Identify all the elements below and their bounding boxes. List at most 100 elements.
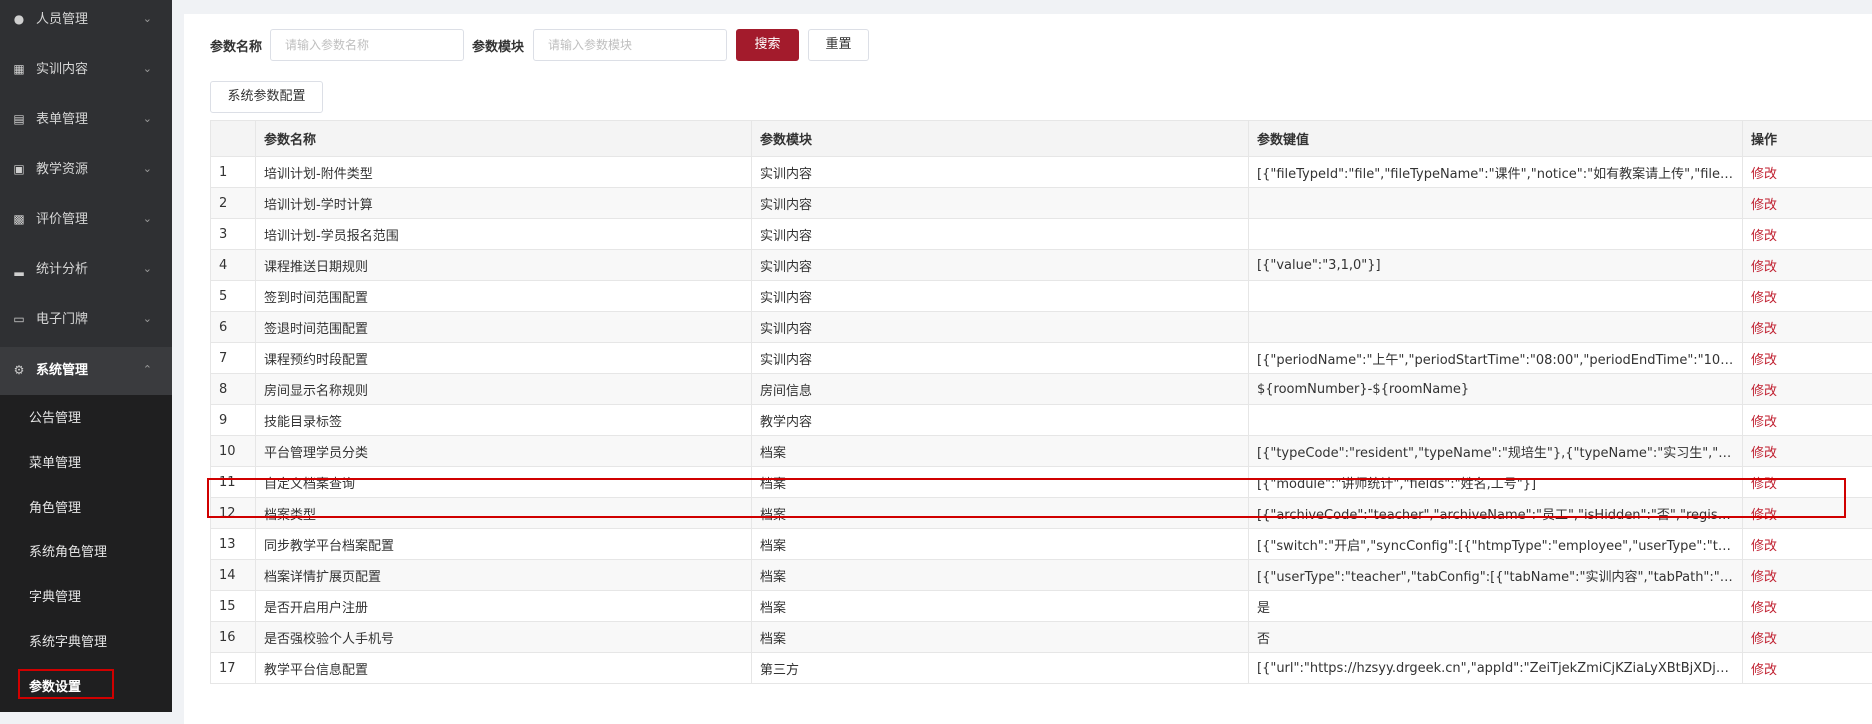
param-name-cell: 是否开启用户注册 <box>256 591 752 622</box>
param-module-cell: 教学内容 <box>752 405 1249 436</box>
header-param-name: 参数名称 <box>256 121 752 157</box>
param-name-cell: 房间显示名称规则 <box>256 374 752 405</box>
param-name-cell: 课程推送日期规则 <box>256 250 752 281</box>
submenu-item-role[interactable]: 角色管理 <box>0 487 172 531</box>
edit-link[interactable]: 修改 <box>1743 405 1872 436</box>
evaluation-icon: ▩ <box>12 212 26 226</box>
edit-link[interactable]: 修改 <box>1743 653 1872 684</box>
table-row: 16是否强校验个人手机号档案否修改 <box>211 622 1872 653</box>
search-button[interactable]: 搜索 <box>736 29 799 61</box>
param-value-cell: 是 <box>1249 591 1743 622</box>
menu-item-evaluation[interactable]: ▩ 评价管理 ⌄ <box>0 196 172 246</box>
param-value-cell <box>1249 188 1743 219</box>
param-name-cell: 平台管理学员分类 <box>256 436 752 467</box>
param-name-cell: 签退时间范围配置 <box>256 312 752 343</box>
param-name-cell: 课程预约时段配置 <box>256 343 752 374</box>
param-value-cell <box>1249 281 1743 312</box>
main-panel: 参数名称 参数模块 搜索 重置 系统参数配置 参数名称 参数模块 参数键值 操作… <box>184 14 1872 724</box>
row-index: 17 <box>211 653 256 684</box>
param-module-cell: 房间信息 <box>752 374 1249 405</box>
param-module-cell: 档案 <box>752 560 1249 591</box>
menu-label: 教学资源 <box>36 161 88 179</box>
submenu-item-system-dictionary[interactable]: 系统字典管理 <box>0 621 172 665</box>
param-module-cell: 实训内容 <box>752 188 1249 219</box>
header-action: 操作 <box>1743 121 1872 157</box>
edit-link[interactable]: 修改 <box>1743 343 1872 374</box>
edit-link[interactable]: 修改 <box>1743 157 1872 188</box>
chevron-down-icon: ⌄ <box>143 162 152 175</box>
bar-chart-icon: ▂ <box>12 262 26 276</box>
menu-item-teaching-resources[interactable]: ▣ 教学资源 ⌄ <box>0 146 172 196</box>
menu-item-door-sign[interactable]: ▭ 电子门牌 ⌄ <box>0 296 172 346</box>
chevron-up-icon: ⌃ <box>143 363 152 376</box>
table-row: 8房间显示名称规则房间信息${roomNumber}-${roomName}修改 <box>211 374 1872 405</box>
table-row: 17教学平台信息配置第三方[{"url":"https://hzsyy.drge… <box>211 653 1872 684</box>
param-module-cell: 实训内容 <box>752 157 1249 188</box>
param-module-cell: 第三方 <box>752 653 1249 684</box>
menu-item-training-content[interactable]: ▦ 实训内容 ⌄ <box>0 46 172 96</box>
sidebar: ● 人员管理 ⌄ ▦ 实训内容 ⌄ ▤ 表单管理 ⌄ ▣ 教学资源 ⌄ ▩ 评价… <box>0 0 172 712</box>
submenu-label: 系统字典管理 <box>29 634 107 652</box>
param-module-cell: 档案 <box>752 529 1249 560</box>
param-module-input[interactable] <box>533 29 727 61</box>
submenu-item-system-role[interactable]: 系统角色管理 <box>0 531 172 575</box>
edit-link[interactable]: 修改 <box>1743 188 1872 219</box>
table-row: 5签到时间范围配置实训内容修改 <box>211 281 1872 312</box>
param-name-cell: 培训计划-学员报名范围 <box>256 219 752 250</box>
menu-item-form-management[interactable]: ▤ 表单管理 ⌄ <box>0 96 172 146</box>
menu-item-personnel[interactable]: ● 人员管理 ⌄ <box>0 0 172 46</box>
row-index: 15 <box>211 591 256 622</box>
param-module-cell: 实训内容 <box>752 343 1249 374</box>
menu-label: 人员管理 <box>36 11 88 29</box>
chevron-down-icon: ⌄ <box>143 62 152 75</box>
submenu-label: 菜单管理 <box>29 455 81 473</box>
row-index: 8 <box>211 374 256 405</box>
param-name-cell: 技能目录标签 <box>256 405 752 436</box>
document-icon: ▦ <box>12 62 26 76</box>
resource-icon: ▣ <box>12 162 26 176</box>
param-module-cell: 实训内容 <box>752 219 1249 250</box>
edit-link[interactable]: 修改 <box>1743 374 1872 405</box>
submenu-item-dictionary[interactable]: 字典管理 <box>0 576 172 620</box>
param-value-cell: [{"url":"https://hzsyy.drgeek.cn","appId… <box>1249 653 1743 684</box>
edit-link[interactable]: 修改 <box>1743 622 1872 653</box>
edit-link[interactable]: 修改 <box>1743 529 1872 560</box>
edit-link[interactable]: 修改 <box>1743 591 1872 622</box>
row-index: 13 <box>211 529 256 560</box>
edit-link[interactable]: 修改 <box>1743 281 1872 312</box>
menu-item-system-management[interactable]: ⚙ 系统管理 ⌃ <box>0 347 172 395</box>
menu-label: 表单管理 <box>36 111 88 129</box>
param-name-label: 参数名称 <box>210 36 262 55</box>
edit-link[interactable]: 修改 <box>1743 560 1872 591</box>
row-index: 10 <box>211 436 256 467</box>
row-index: 5 <box>211 281 256 312</box>
param-value-cell <box>1249 219 1743 250</box>
parameter-table: 参数名称 参数模块 参数键值 操作 1培训计划-附件类型实训内容[{"fileT… <box>210 120 1872 684</box>
edit-link[interactable]: 修改 <box>1743 436 1872 467</box>
reset-button[interactable]: 重置 <box>808 29 869 61</box>
edit-link[interactable]: 修改 <box>1743 312 1872 343</box>
param-module-cell: 实训内容 <box>752 312 1249 343</box>
menu-label: 统计分析 <box>36 261 88 279</box>
param-value-cell: [{"typeCode":"resident","typeName":"规培生"… <box>1249 436 1743 467</box>
submenu-label: 字典管理 <box>29 589 81 607</box>
row-index: 16 <box>211 622 256 653</box>
param-module-cell: 档案 <box>752 591 1249 622</box>
row-index: 6 <box>211 312 256 343</box>
header-index <box>211 121 256 157</box>
menu-item-statistics[interactable]: ▂ 统计分析 ⌄ <box>0 246 172 296</box>
chevron-down-icon: ⌄ <box>143 262 152 275</box>
submenu-item-announcement[interactable]: 公告管理 <box>0 397 172 441</box>
submenu-item-menu[interactable]: 菜单管理 <box>0 442 172 486</box>
param-name-input[interactable] <box>270 29 464 61</box>
system-parameter-config-button[interactable]: 系统参数配置 <box>210 81 323 113</box>
param-module-label: 参数模块 <box>472 36 524 55</box>
row-highlight-box <box>207 478 1846 518</box>
submenu-item-parameter-settings[interactable]: 参数设置 <box>0 666 172 710</box>
header-param-value: 参数键值 <box>1249 121 1743 157</box>
table-row: 6签退时间范围配置实训内容 修改 <box>211 312 1872 343</box>
chevron-down-icon: ⌄ <box>143 112 152 125</box>
submenu-label: 公告管理 <box>29 410 81 428</box>
edit-link[interactable]: 修改 <box>1743 219 1872 250</box>
edit-link[interactable]: 修改 <box>1743 250 1872 281</box>
